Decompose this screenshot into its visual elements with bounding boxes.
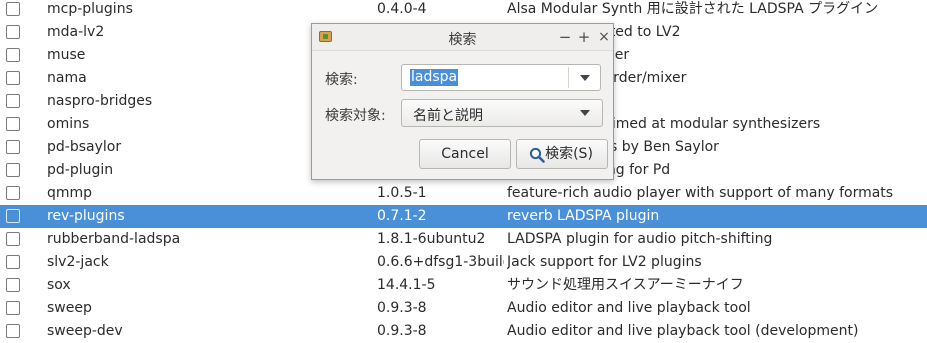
package-version: 1.8.1-6ubuntu2 — [377, 231, 486, 247]
package-description: reverb LADSPA plugin — [507, 208, 660, 224]
package-version: 0.9.3-8 — [377, 300, 427, 316]
search-target-label: 検索対象: — [325, 108, 386, 124]
package-checkbox[interactable] — [6, 278, 20, 292]
maximize-icon[interactable]: + — [576, 28, 592, 46]
magnifier-icon — [529, 147, 545, 163]
package-description: Audio editor and live playback tool — [507, 300, 751, 316]
minimize-icon[interactable]: − — [557, 28, 573, 46]
combo-separator — [568, 67, 569, 88]
package-checkbox[interactable] — [6, 186, 20, 200]
package-row[interactable]: rubberband-ladspa 1.8.1-6ubuntu2 LADSPA pl… — [0, 228, 927, 251]
package-checkbox[interactable] — [6, 255, 20, 269]
package-description: LADSPA plugin for audio pitch-shifting — [507, 231, 773, 247]
package-checkbox[interactable] — [6, 48, 20, 62]
package-name: rubberband-ladspa — [47, 231, 181, 247]
search-label: 検索: — [325, 72, 358, 88]
package-checkbox[interactable] — [6, 140, 20, 154]
package-checkbox[interactable] — [6, 117, 20, 131]
search-dialog: 検索 − + × 検索: ladspa 検索対象: 名前と説明 Cancel 検… — [311, 23, 614, 180]
package-checkbox[interactable] — [6, 209, 20, 223]
search-target-select[interactable]: 名前と説明 — [401, 99, 603, 127]
package-row[interactable]: sweep 0.9.3-8 Audio editor and live playba… — [0, 297, 927, 320]
package-row[interactable]: slv2-jack 0.6.6+dfsg1-3build Jack support … — [0, 251, 927, 274]
package-checkbox[interactable] — [6, 301, 20, 315]
package-checkbox[interactable] — [6, 94, 20, 108]
chevron-down-icon[interactable] — [580, 75, 590, 81]
package-name: mcp-plugins — [47, 1, 133, 17]
search-combo[interactable]: ladspa — [401, 64, 601, 91]
package-name: sweep-dev — [47, 323, 123, 339]
package-description: feature-rich audio player with support o… — [507, 185, 894, 201]
package-name: rev-plugins — [47, 208, 125, 224]
package-version: 1.0.5-1 — [377, 185, 427, 201]
dialog-titlebar[interactable]: 検索 − + × — [312, 24, 613, 51]
search-button-label: 検索(S) — [545, 146, 593, 162]
package-name: slv2-jack — [47, 254, 109, 270]
package-checkbox[interactable] — [6, 232, 20, 246]
package-description: Alsa Modular Synth 用に設計された LADSPA プラグイン — [507, 1, 879, 17]
search-button[interactable]: 検索(S) — [516, 139, 608, 169]
package-checkbox[interactable] — [6, 324, 20, 338]
package-checkbox[interactable] — [6, 2, 20, 16]
package-row[interactable]: mcp-plugins 0.4.0-4 Alsa Modular Synth 用に設… — [0, 0, 927, 21]
close-icon[interactable]: × — [596, 28, 612, 46]
package-version: 0.7.1-2 — [377, 208, 427, 224]
cancel-button[interactable]: Cancel — [419, 139, 511, 169]
package-checkbox[interactable] — [6, 71, 20, 85]
package-version: 0.4.0-4 — [377, 1, 427, 17]
package-name: sweep — [47, 300, 92, 316]
chevron-down-icon — [580, 110, 590, 116]
package-row[interactable]: sweep-dev 0.9.3-8 Audio editor and live pl… — [0, 320, 927, 343]
package-row[interactable]: qmmp 1.0.5-1 feature-rich audio player wit… — [0, 182, 927, 205]
package-name: sox — [47, 277, 71, 293]
package-version: 0.9.3-8 — [377, 323, 427, 339]
package-description: サウンド処理用スイスアーミーナイフ — [507, 277, 744, 293]
package-description: Audio editor and live playback tool (dev… — [507, 323, 859, 339]
search-target-value: 名前と説明 — [413, 108, 483, 124]
package-checkbox[interactable] — [6, 25, 20, 39]
package-version: 14.4.1-5 — [377, 277, 436, 293]
package-description: Jack support for LV2 plugins — [507, 254, 702, 270]
package-row[interactable]: rev-plugins 0.7.1-2 reverb LADSPA plugin — [0, 205, 927, 228]
package-version: 0.6.6+dfsg1-3build — [377, 254, 504, 270]
package-checkbox[interactable] — [6, 163, 20, 177]
search-input-selected-text: ladspa — [410, 69, 459, 86]
package-row[interactable]: sox 14.4.1-5 サウンド処理用スイスアーミーナイフ — [0, 274, 927, 297]
package-name: qmmp — [47, 185, 93, 201]
